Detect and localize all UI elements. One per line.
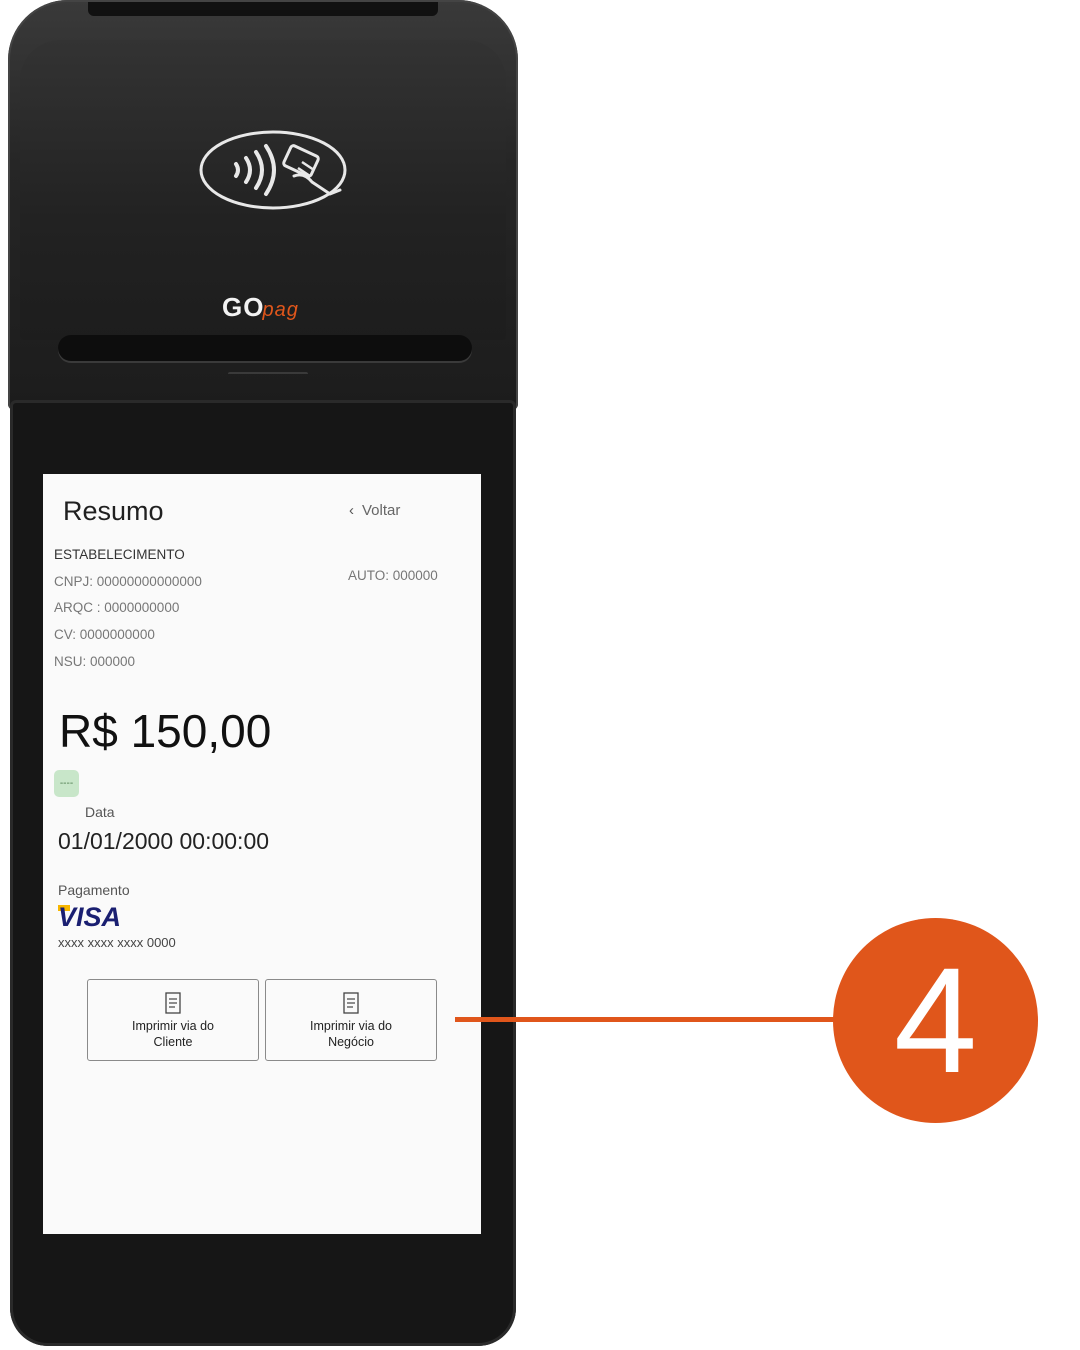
print-merchant-copy-label: Imprimir via do Negócio [310,1019,392,1049]
cnpj-value: CNPJ: 00000000000000 [54,574,202,589]
screen: Resumo ‹ Voltar ESTABELECIMENTO CNPJ: 00… [43,474,481,1234]
contactless-icon [199,130,347,210]
back-button[interactable]: ‹ Voltar [349,502,400,519]
visa-logo: VISA [58,902,122,932]
auto-value: AUTO: 000000 [348,568,438,583]
receipt-icon [343,992,359,1014]
payment-label: Pagamento [58,882,130,898]
date-label: Data [85,804,115,820]
receipt-icon [165,992,181,1014]
top-slot [88,2,438,16]
print-client-copy-button[interactable]: Imprimir via do Cliente [87,979,259,1061]
paper-slot [58,335,472,361]
brand-logo: GOpag [222,292,299,323]
cv-value: CV: 0000000000 [54,627,155,642]
pos-device: GOpag Resumo ‹ Voltar ESTABELECIMENTO CN… [8,0,518,1348]
print-client-copy-label: Imprimir via do Cliente [132,1019,214,1049]
hinge [228,372,308,386]
status-badge: ---- [54,770,79,797]
printer-head: GOpag [8,0,518,410]
callout-number: 4 [833,918,1038,1123]
back-label: Voltar [362,502,401,519]
brand-logo-main: GO [222,292,265,322]
page-title: Resumo [63,496,164,526]
establishment-label: ESTABELECIMENTO [54,547,185,562]
print-merchant-copy-button[interactable]: Imprimir via do Negócio [265,979,437,1061]
date-value: 01/01/2000 00:00:00 [58,828,270,854]
nsu-value: NSU: 000000 [54,654,136,669]
card-number: xxxx xxxx xxxx 0000 [58,935,176,950]
arqc-value: ARQC : 0000000000 [54,600,180,615]
callout-line [455,1017,840,1022]
brand-logo-sub: pag [262,299,299,321]
chevron-left-icon: ‹ [349,502,354,519]
amount: R$ 150,00 [59,705,272,757]
